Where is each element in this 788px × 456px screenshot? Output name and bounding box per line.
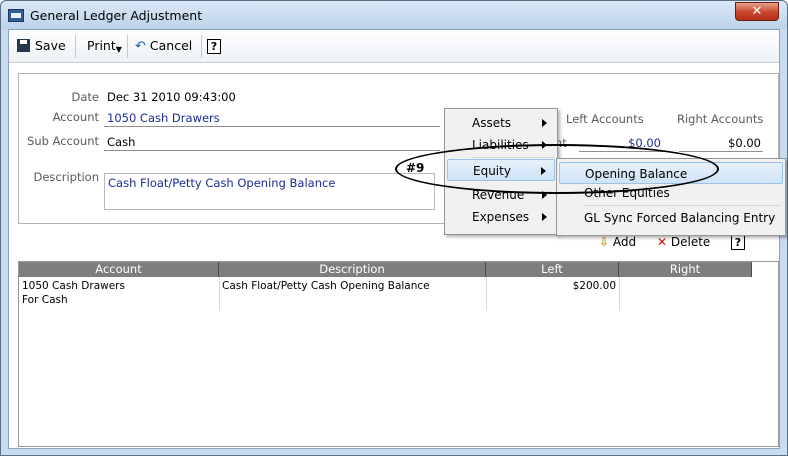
account-label: Account: [52, 110, 99, 124]
toolbar-divider: [201, 35, 202, 58]
delete-x-icon: ✕: [657, 235, 668, 249]
add-label: Add: [612, 235, 637, 249]
submenu-arrow-icon: [542, 119, 547, 127]
help-icon: ?: [731, 235, 745, 250]
date-label: Date: [71, 90, 100, 104]
sub-account-label: Sub Account: [27, 134, 99, 148]
annotation-ellipse: [395, 144, 719, 194]
cancel-button[interactable]: ↶ Cancel: [135, 36, 192, 56]
floppy-disk-icon: [17, 39, 30, 52]
column-header-account[interactable]: Account: [19, 262, 219, 277]
submenu-item-gl-sync-balancing[interactable]: GL Sync Forced Balancing Entry: [559, 207, 783, 229]
sub-account-field[interactable]: Cash: [107, 135, 135, 149]
row-left-amount: $200.00: [572, 280, 616, 292]
grid-divider: [486, 277, 487, 310]
app-window-icon: [8, 9, 24, 22]
right-accounts-total: $0.00: [728, 136, 761, 150]
sub-account-field-underline: [104, 150, 440, 151]
menu-item-label: Expenses: [472, 210, 530, 224]
undo-arrow-icon: ↶: [135, 39, 146, 54]
print-button[interactable]: Print▼: [87, 36, 122, 56]
column-header-right[interactable]: Right: [619, 262, 752, 277]
column-header-left[interactable]: Left: [486, 262, 619, 277]
save-label: Save: [35, 38, 66, 53]
entries-grid: Account Description Left Right 1050 Cash…: [18, 261, 779, 447]
cancel-label: Cancel: [149, 38, 193, 53]
add-entry-button[interactable]: ⇩ Add: [599, 235, 636, 249]
right-accounts-header: Right Accounts: [677, 112, 764, 126]
submenu-arrow-icon: [542, 213, 547, 221]
delete-label: Delete: [670, 235, 711, 249]
menu-item-label: Assets: [472, 116, 512, 130]
row-account-line1: 1050 Cash Drawers: [22, 280, 125, 292]
title-bar[interactable]: General Ledger Adjustment ✕: [1, 1, 787, 29]
grid-header: Account Description Left Right: [19, 262, 752, 277]
save-button[interactable]: Save: [17, 36, 66, 56]
toolbar: Save Print▼ ↶ Cancel ?: [9, 30, 779, 63]
left-accounts-header: Left Accounts: [566, 112, 644, 126]
toolbar-divider: [75, 35, 76, 58]
menu-separator: [583, 205, 781, 206]
description-field[interactable]: Cash Float/Petty Cash Opening Balance: [104, 173, 435, 210]
close-button[interactable]: ✕: [735, 2, 779, 21]
dropdown-arrow-icon: ▼: [115, 45, 122, 54]
help-button[interactable]: ?: [207, 36, 221, 56]
grid-divider: [619, 277, 620, 310]
description-label: Description: [33, 170, 100, 184]
menu-item-assets[interactable]: Assets: [447, 112, 555, 134]
window-title: General Ledger Adjustment: [30, 8, 203, 23]
client-area: Save Print▼ ↶ Cancel ? Date Dec 31 2010 0…: [8, 29, 780, 449]
print-label: Print: [87, 38, 116, 53]
right-total-underline: [679, 151, 763, 152]
date-value: Dec 31 2010 09:43:00: [107, 90, 236, 104]
help-icon: ?: [207, 39, 221, 54]
toolbar-divider: [127, 35, 128, 58]
column-header-description[interactable]: Description: [219, 262, 486, 277]
account-field-underline: [104, 126, 440, 127]
menu-item-expenses[interactable]: Expenses: [447, 206, 555, 228]
delete-entry-button[interactable]: ✕ Delete: [657, 235, 710, 249]
annotation-step-label: #9: [406, 161, 425, 175]
row-description: Cash Float/Petty Cash Opening Balance: [222, 280, 430, 292]
grid-divider: [219, 277, 220, 310]
down-arrow-icon: ⇩: [599, 235, 610, 249]
entry-help-button[interactable]: ?: [731, 235, 745, 250]
account-field[interactable]: 1050 Cash Drawers: [107, 111, 220, 125]
row-account-line2: For Cash: [22, 294, 68, 306]
